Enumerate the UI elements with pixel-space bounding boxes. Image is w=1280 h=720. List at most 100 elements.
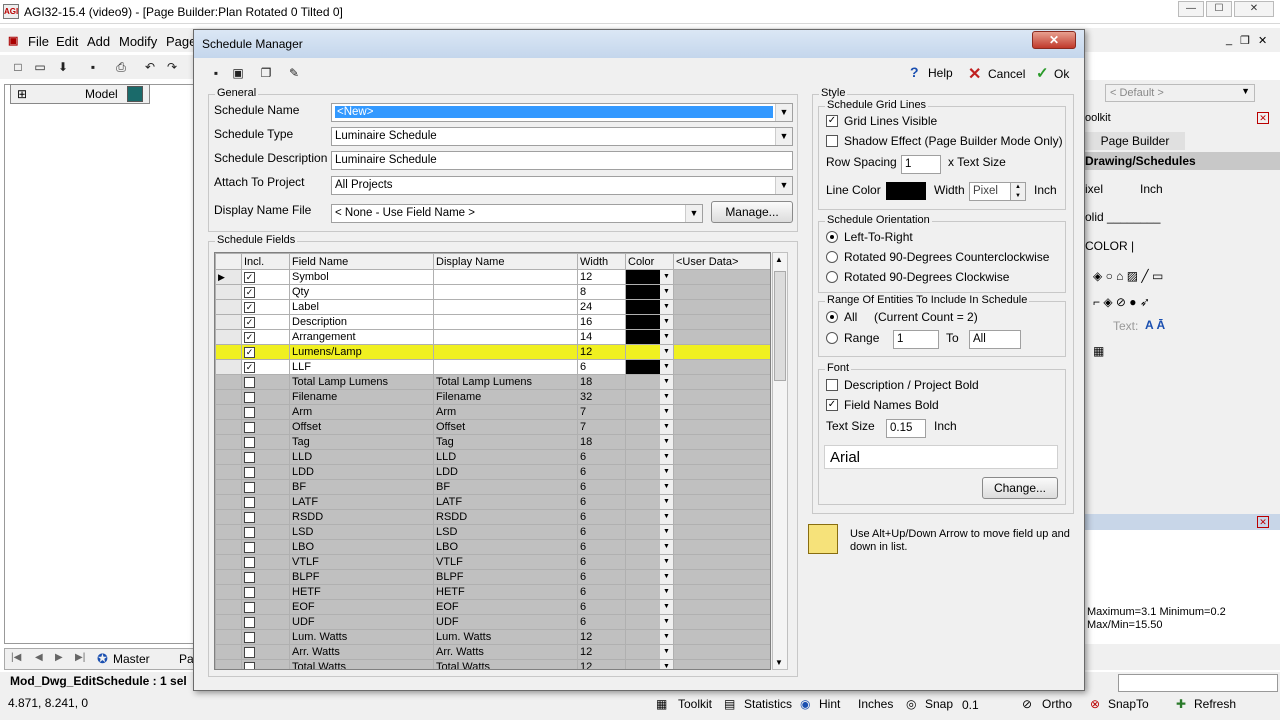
- field-row[interactable]: Total Watts Total Watts 12 ▼: [215, 659, 770, 669]
- field-row[interactable]: RSDD RSDD 6 ▼: [215, 509, 770, 525]
- user-data-cell[interactable]: [673, 554, 770, 570]
- display-name-cell[interactable]: Tag: [433, 434, 578, 450]
- color-cell[interactable]: ▼: [625, 269, 674, 285]
- stats-close-icon[interactable]: ✕: [1257, 516, 1269, 528]
- chevron-down-icon[interactable]: ▼: [660, 270, 673, 284]
- open-icon[interactable]: ▭: [32, 59, 48, 75]
- width-cell[interactable]: 6: [577, 554, 626, 570]
- user-data-cell[interactable]: [673, 509, 770, 525]
- cw-radio[interactable]: [826, 271, 838, 283]
- width-cell[interactable]: 6: [577, 479, 626, 495]
- incl-cell[interactable]: [241, 404, 290, 420]
- row-header[interactable]: [215, 449, 242, 465]
- incl-cell[interactable]: ✓: [241, 284, 290, 300]
- chevron-down-icon[interactable]: ▼: [660, 660, 673, 669]
- width-cell[interactable]: 12: [577, 269, 626, 285]
- save-schedule-icon[interactable]: ▪: [208, 65, 224, 81]
- color-cell[interactable]: ▼: [625, 479, 674, 495]
- range-radio[interactable]: [826, 332, 838, 344]
- row-header[interactable]: [215, 344, 242, 360]
- color-cell[interactable]: ▼: [625, 314, 674, 330]
- menu-add[interactable]: Add: [87, 34, 110, 49]
- incl-cell[interactable]: ✓: [241, 359, 290, 375]
- width-cell[interactable]: 6: [577, 539, 626, 555]
- field-name-cell[interactable]: LDD: [289, 464, 434, 480]
- row-header[interactable]: [215, 419, 242, 435]
- display-name-cell[interactable]: VTLF: [433, 554, 578, 570]
- description-bold-checkbox[interactable]: [826, 379, 838, 391]
- row-header[interactable]: [215, 404, 242, 420]
- field-name-cell[interactable]: Arm: [289, 404, 434, 420]
- color-cell[interactable]: ▼: [625, 584, 674, 600]
- chevron-down-icon[interactable]: ▼: [660, 405, 673, 419]
- left-to-right-radio[interactable]: [826, 231, 838, 243]
- incl-checkbox[interactable]: [244, 631, 255, 643]
- line-width-input[interactable]: Pixel: [969, 182, 1015, 201]
- chevron-down-icon[interactable]: ▼: [660, 465, 673, 479]
- menu-modify[interactable]: Modify: [119, 34, 157, 49]
- width-cell[interactable]: 12: [577, 629, 626, 645]
- width-cell[interactable]: 6: [577, 464, 626, 480]
- width-cell[interactable]: 6: [577, 584, 626, 600]
- user-data-cell[interactable]: [673, 494, 770, 510]
- incl-cell[interactable]: [241, 644, 290, 660]
- incl-cell[interactable]: [241, 614, 290, 630]
- range-all-radio[interactable]: [826, 311, 838, 323]
- field-name-cell[interactable]: Lumens/Lamp: [289, 344, 434, 360]
- display-name-cell[interactable]: [433, 314, 578, 330]
- row-header[interactable]: [215, 599, 242, 615]
- user-data-cell[interactable]: [673, 434, 770, 450]
- color-cell[interactable]: ▼: [625, 509, 674, 525]
- field-name-cell[interactable]: Total Watts: [289, 659, 434, 669]
- display-name-cell[interactable]: [433, 269, 578, 285]
- incl-cell[interactable]: ✓: [241, 329, 290, 345]
- user-data-cell[interactable]: [673, 404, 770, 420]
- incl-cell[interactable]: [241, 494, 290, 510]
- dialog-close-icon[interactable]: ✕: [1032, 31, 1076, 49]
- text-size-input[interactable]: 0.15: [886, 419, 926, 438]
- scroll-thumb[interactable]: [774, 271, 786, 381]
- field-row[interactable]: UDF UDF 6 ▼: [215, 614, 770, 630]
- color-cell[interactable]: ▼: [625, 329, 674, 345]
- row-header[interactable]: [215, 629, 242, 645]
- width-cell[interactable]: 6: [577, 524, 626, 540]
- scroll-down-icon[interactable]: ▼: [775, 658, 783, 667]
- chevron-down-icon[interactable]: ▼: [660, 630, 673, 644]
- incl-checkbox[interactable]: [244, 421, 255, 433]
- redo-icon[interactable]: ↷: [164, 59, 180, 75]
- color-cell[interactable]: ▼: [625, 539, 674, 555]
- incl-cell[interactable]: [241, 509, 290, 525]
- incl-checkbox[interactable]: ✓: [244, 271, 255, 283]
- user-data-cell[interactable]: [673, 629, 770, 645]
- col-header-width[interactable]: Width: [577, 253, 626, 270]
- field-name-cell[interactable]: LLD: [289, 449, 434, 465]
- field-name-cell[interactable]: VTLF: [289, 554, 434, 570]
- close-icon[interactable]: ✕: [1234, 1, 1274, 17]
- tab-next-icon[interactable]: ▶: [55, 652, 63, 663]
- width-cell[interactable]: 16: [577, 314, 626, 330]
- chevron-down-icon[interactable]: ▼: [660, 285, 673, 299]
- save-icon[interactable]: ▪: [85, 59, 101, 75]
- chevron-down-icon[interactable]: ▼: [660, 480, 673, 494]
- user-data-cell[interactable]: [673, 539, 770, 555]
- incl-cell[interactable]: [241, 659, 290, 669]
- field-row[interactable]: LLD LLD 6 ▼: [215, 449, 770, 465]
- width-cell[interactable]: 6: [577, 359, 626, 375]
- color-cell[interactable]: ▼: [625, 644, 674, 660]
- field-name-cell[interactable]: LLF: [289, 359, 434, 375]
- row-header[interactable]: [215, 434, 242, 450]
- display-name-cell[interactable]: Total Lamp Lumens: [433, 374, 578, 390]
- incl-checkbox[interactable]: [244, 496, 255, 508]
- field-name-cell[interactable]: Filename: [289, 389, 434, 405]
- ccw-radio[interactable]: [826, 251, 838, 263]
- color-cell[interactable]: ▼: [625, 524, 674, 540]
- user-data-cell[interactable]: [673, 599, 770, 615]
- chevron-down-icon[interactable]: ▼: [660, 300, 673, 314]
- tab-master[interactable]: Master: [113, 652, 150, 666]
- schedule-type-combo[interactable]: Luminaire Schedule ▼: [331, 127, 793, 146]
- display-name-cell[interactable]: [433, 359, 578, 375]
- incl-checkbox[interactable]: [244, 556, 255, 568]
- incl-cell[interactable]: ✓: [241, 344, 290, 360]
- chevron-down-icon[interactable]: ▼: [660, 570, 673, 584]
- row-header[interactable]: [215, 464, 242, 480]
